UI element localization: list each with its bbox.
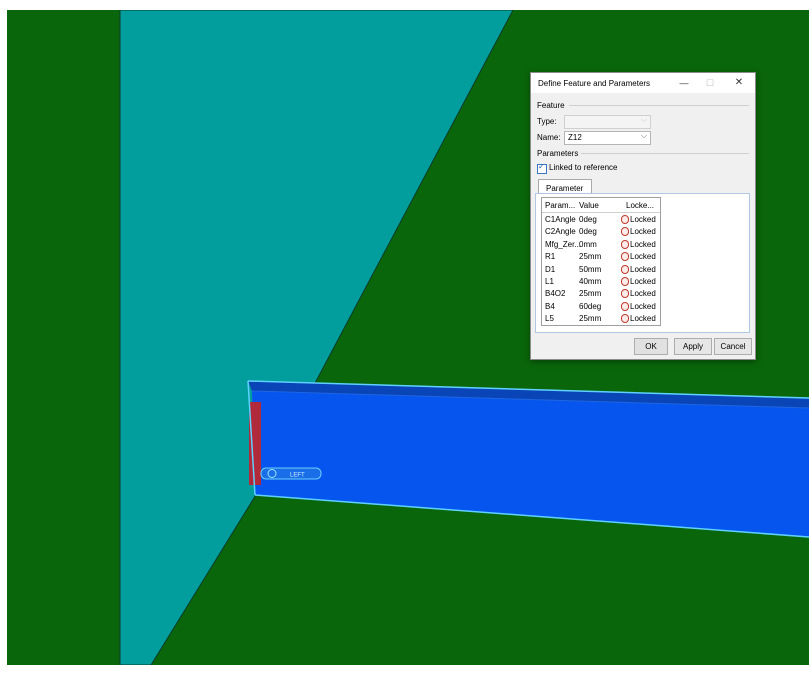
header-param[interactable]: Param... (545, 201, 575, 210)
param-locked: Locked (630, 301, 656, 311)
table-row[interactable]: Mfg_Zer... 0mm Locked (542, 238, 660, 250)
type-dropdown[interactable]: ⌵ (564, 115, 651, 129)
table-header: Param... Value Locke... (542, 198, 660, 213)
lock-icon[interactable] (621, 264, 629, 274)
param-value[interactable]: 60deg (579, 302, 601, 311)
param-value[interactable]: 50mm (579, 265, 601, 274)
tab-parameter-label: Parameter (546, 184, 584, 193)
param-name: Mfg_Zer... (545, 239, 582, 249)
param-name: L5 (545, 314, 554, 324)
header-locked[interactable]: Locke... (626, 201, 654, 210)
param-name: B4 (545, 301, 555, 311)
param-name: R1 (545, 252, 556, 262)
param-locked: Locked (630, 215, 656, 224)
table-row[interactable]: B4 60deg Locked (542, 300, 660, 312)
linked-to-reference-checkbox[interactable]: ✓ (537, 162, 547, 174)
param-value[interactable]: 25mm (579, 252, 601, 261)
ok-button[interactable]: OK (634, 338, 668, 355)
dialog-titlebar[interactable]: Define Feature and Parameters — ☐ ✕ (531, 73, 755, 93)
param-value[interactable]: 25mm (579, 289, 601, 298)
param-value[interactable]: 40mm (579, 277, 601, 286)
param-locked: Locked (630, 289, 656, 299)
cancel-button[interactable]: Cancel (714, 338, 752, 355)
table-row[interactable]: L5 25mm Locked (542, 312, 660, 324)
chevron-down-icon: ⌵ (640, 131, 647, 140)
parameter-panel: Param... Value Locke... C1Angle 0deg Loc… (535, 193, 750, 333)
param-value[interactable]: 0mm (579, 240, 597, 249)
view-label[interactable]: LEFT (260, 467, 322, 480)
param-locked: Locked (630, 239, 656, 249)
chevron-down-icon: ⌵ (640, 115, 647, 124)
table-row[interactable]: D1 50mm Locked (542, 263, 660, 275)
checkmark-icon: ✓ (538, 162, 545, 171)
lock-icon[interactable] (621, 215, 629, 224)
param-value[interactable]: 25mm (579, 314, 601, 323)
lock-icon[interactable] (621, 301, 629, 311)
lock-icon[interactable] (621, 314, 629, 324)
lock-icon[interactable] (621, 289, 629, 299)
feature-group-label: Feature (537, 101, 565, 110)
param-locked: Locked (630, 314, 656, 324)
param-locked: Locked (630, 276, 656, 286)
param-value[interactable]: 0deg (579, 215, 597, 224)
dialog-title: Define Feature and Parameters (538, 79, 651, 88)
define-feature-dialog: Define Feature and Parameters — ☐ ✕ Feat… (530, 72, 756, 360)
lock-icon[interactable] (621, 276, 629, 286)
linked-to-reference-label: Linked to reference (549, 163, 618, 172)
apply-button[interactable]: Apply (674, 338, 712, 355)
name-label: Name: (537, 133, 561, 142)
feature-group-divider (569, 105, 749, 106)
header-value[interactable]: Value (579, 201, 599, 210)
lock-icon[interactable] (621, 227, 629, 237)
param-locked: Locked (630, 264, 656, 274)
param-locked: Locked (630, 227, 656, 237)
param-name: L1 (545, 276, 554, 286)
parameter-table[interactable]: Param... Value Locke... C1Angle 0deg Loc… (541, 197, 661, 326)
lock-icon[interactable] (621, 252, 629, 262)
lock-icon[interactable] (621, 239, 629, 249)
param-name: C1Angle (545, 215, 576, 224)
param-name: B4O2 (545, 289, 566, 299)
param-value[interactable]: 0deg (579, 227, 597, 236)
table-row[interactable]: L1 40mm Locked (542, 275, 660, 287)
table-row[interactable]: C2Angle 0deg Locked (542, 225, 660, 237)
parameters-group-label: Parameters (537, 149, 579, 158)
table-row[interactable]: C1Angle 0deg Locked (542, 213, 660, 225)
parameters-group-divider (581, 153, 749, 154)
name-value: Z12 (568, 133, 582, 142)
param-locked: Locked (630, 252, 656, 262)
param-name: D1 (545, 264, 556, 274)
maximize-button[interactable]: ☐ (703, 77, 717, 89)
table-row[interactable]: B4O2 25mm Locked (542, 287, 660, 299)
close-button[interactable]: ✕ (732, 77, 746, 89)
table-row[interactable]: R1 25mm Locked (542, 250, 660, 262)
view-label-text: LEFT (290, 473, 305, 479)
param-name: C2Angle (545, 227, 576, 237)
type-label: Type: (537, 117, 557, 126)
name-dropdown[interactable]: Z12 ⌵ (564, 131, 651, 145)
minimize-button[interactable]: — (677, 77, 691, 89)
